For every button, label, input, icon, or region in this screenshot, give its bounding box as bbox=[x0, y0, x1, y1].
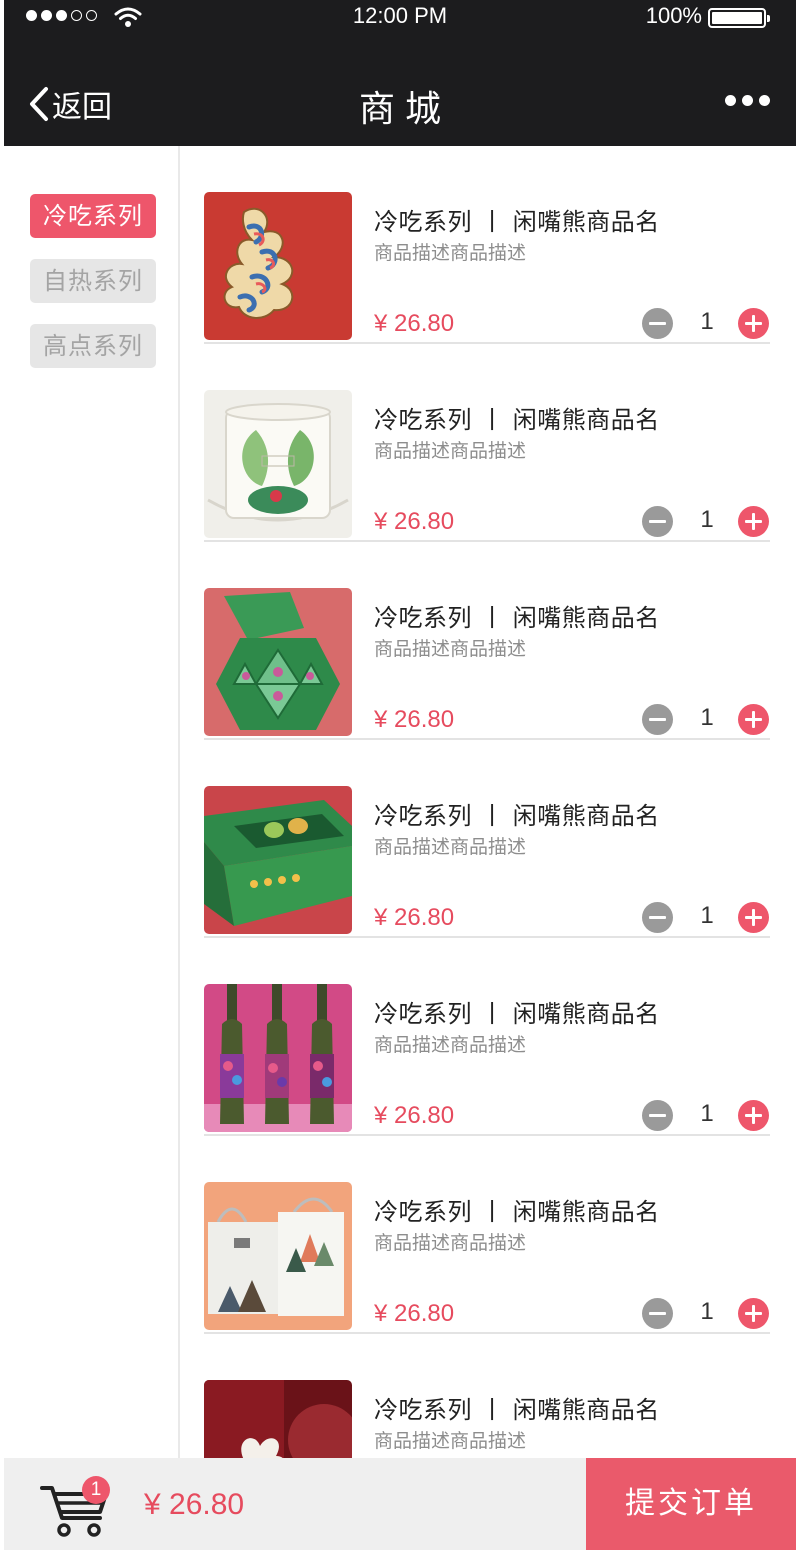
product-name: 冷吃系列 丨 闲嘴熊商品名 bbox=[374, 208, 660, 236]
plus-icon[interactable] bbox=[738, 1298, 769, 1329]
category-item-snacks[interactable]: 高点系列 bbox=[30, 324, 156, 368]
more-horizontal-icon[interactable] bbox=[725, 95, 770, 106]
quantity-stepper: 1 bbox=[642, 1296, 770, 1330]
plus-icon[interactable] bbox=[738, 308, 769, 339]
quantity-stepper: 1 bbox=[642, 306, 770, 340]
submit-order-button[interactable]: 提交订单 bbox=[586, 1458, 796, 1550]
quantity-stepper: 1 bbox=[642, 504, 770, 538]
back-button[interactable]: 返回 bbox=[28, 82, 112, 126]
product-name: 冷吃系列 丨 闲嘴熊商品名 bbox=[374, 1198, 660, 1226]
category-sidebar: 冷吃系列 自热系列 高点系列 bbox=[4, 146, 180, 1458]
plus-icon[interactable] bbox=[738, 902, 769, 933]
product-image bbox=[204, 588, 352, 736]
back-label: 返回 bbox=[52, 90, 112, 125]
cart-count-badge: 1 bbox=[82, 1476, 110, 1504]
minus-icon[interactable] bbox=[642, 902, 673, 933]
product-description: 商品描述商品描述 bbox=[374, 638, 527, 660]
product-name: 冷吃系列 丨 闲嘴熊商品名 bbox=[374, 604, 660, 632]
minus-icon[interactable] bbox=[642, 1100, 673, 1131]
product-price: ¥ 26.80 bbox=[374, 904, 455, 931]
product-item[interactable]: 冷吃系列 丨 闲嘴熊商品名 商品描述商品描述 ¥ 26.80 1 bbox=[204, 938, 770, 1136]
product-price: ¥ 26.80 bbox=[374, 1102, 455, 1129]
quantity-value: 1 bbox=[700, 902, 714, 929]
quantity-value: 1 bbox=[700, 1298, 714, 1325]
product-description: 商品描述商品描述 bbox=[374, 1430, 527, 1452]
quantity-stepper: 1 bbox=[642, 1098, 770, 1132]
product-price: ¥ 26.80 bbox=[374, 508, 455, 535]
product-image bbox=[204, 1182, 352, 1330]
navigation-bar: 返回 商城 bbox=[4, 62, 796, 146]
status-bar: 12:00 PM 100% bbox=[4, 0, 796, 34]
product-name: 冷吃系列 丨 闲嘴熊商品名 bbox=[374, 1000, 660, 1028]
minus-icon[interactable] bbox=[642, 308, 673, 339]
category-item-self-heating[interactable]: 自热系列 bbox=[30, 259, 156, 303]
product-image bbox=[204, 192, 352, 340]
plus-icon[interactable] bbox=[738, 1100, 769, 1131]
page-title: 商城 bbox=[358, 89, 451, 130]
minus-icon[interactable] bbox=[642, 1298, 673, 1329]
product-image bbox=[204, 984, 352, 1132]
product-list: 冷吃系列 丨 闲嘴熊商品名 商品描述商品描述 ¥ 26.80 1 冷吃系列 丨 … bbox=[182, 146, 796, 1458]
product-item[interactable]: 冷吃系列 丨 闲嘴熊商品名 商品描述商品描述 ¥ 26.80 1 bbox=[204, 740, 770, 938]
product-name: 冷吃系列 丨 闲嘴熊商品名 bbox=[374, 1396, 660, 1424]
minus-icon[interactable] bbox=[642, 506, 673, 537]
cart-footer: 1 ¥ 26.80 提交订单 bbox=[4, 1458, 796, 1550]
cart-total: ¥ 26.80 bbox=[144, 1488, 245, 1521]
product-image bbox=[204, 390, 352, 538]
quantity-value: 1 bbox=[700, 506, 714, 533]
product-description: 商品描述商品描述 bbox=[374, 440, 527, 462]
quantity-stepper: 1 bbox=[642, 702, 770, 736]
product-item[interactable]: 冷吃系列 丨 闲嘴熊商品名 商品描述商品描述 bbox=[204, 1334, 770, 1458]
product-description: 商品描述商品描述 bbox=[374, 1034, 527, 1056]
product-item[interactable]: 冷吃系列 丨 闲嘴熊商品名 商品描述商品描述 ¥ 26.80 1 bbox=[204, 146, 770, 344]
product-item[interactable]: 冷吃系列 丨 闲嘴熊商品名 商品描述商品描述 ¥ 26.80 1 bbox=[204, 1136, 770, 1334]
product-price: ¥ 26.80 bbox=[374, 310, 455, 337]
plus-icon[interactable] bbox=[738, 704, 769, 735]
top-bar: 12:00 PM 100% 返回 商城 bbox=[4, 0, 796, 146]
product-description: 商品描述商品描述 bbox=[374, 242, 527, 264]
product-price: ¥ 26.80 bbox=[374, 706, 455, 733]
product-image bbox=[204, 786, 352, 934]
product-description: 商品描述商品描述 bbox=[374, 836, 527, 858]
quantity-value: 1 bbox=[700, 704, 714, 731]
chevron-left-icon bbox=[30, 87, 48, 121]
plus-icon[interactable] bbox=[738, 506, 769, 537]
product-image bbox=[204, 1380, 352, 1458]
product-item[interactable]: 冷吃系列 丨 闲嘴熊商品名 商品描述商品描述 ¥ 26.80 1 bbox=[204, 542, 770, 740]
product-price: ¥ 26.80 bbox=[374, 1300, 455, 1327]
minus-icon[interactable] bbox=[642, 704, 673, 735]
battery-icon bbox=[708, 8, 770, 28]
quantity-value: 1 bbox=[700, 1100, 714, 1127]
category-item-cold[interactable]: 冷吃系列 bbox=[30, 194, 156, 238]
battery-percent: 100% bbox=[645, 3, 702, 28]
quantity-value: 1 bbox=[700, 308, 714, 335]
product-name: 冷吃系列 丨 闲嘴熊商品名 bbox=[374, 802, 660, 830]
product-description: 商品描述商品描述 bbox=[374, 1232, 527, 1254]
quantity-stepper: 1 bbox=[642, 900, 770, 934]
product-name: 冷吃系列 丨 闲嘴熊商品名 bbox=[374, 406, 660, 434]
product-item[interactable]: 冷吃系列 丨 闲嘴熊商品名 商品描述商品描述 ¥ 26.80 1 bbox=[204, 344, 770, 542]
